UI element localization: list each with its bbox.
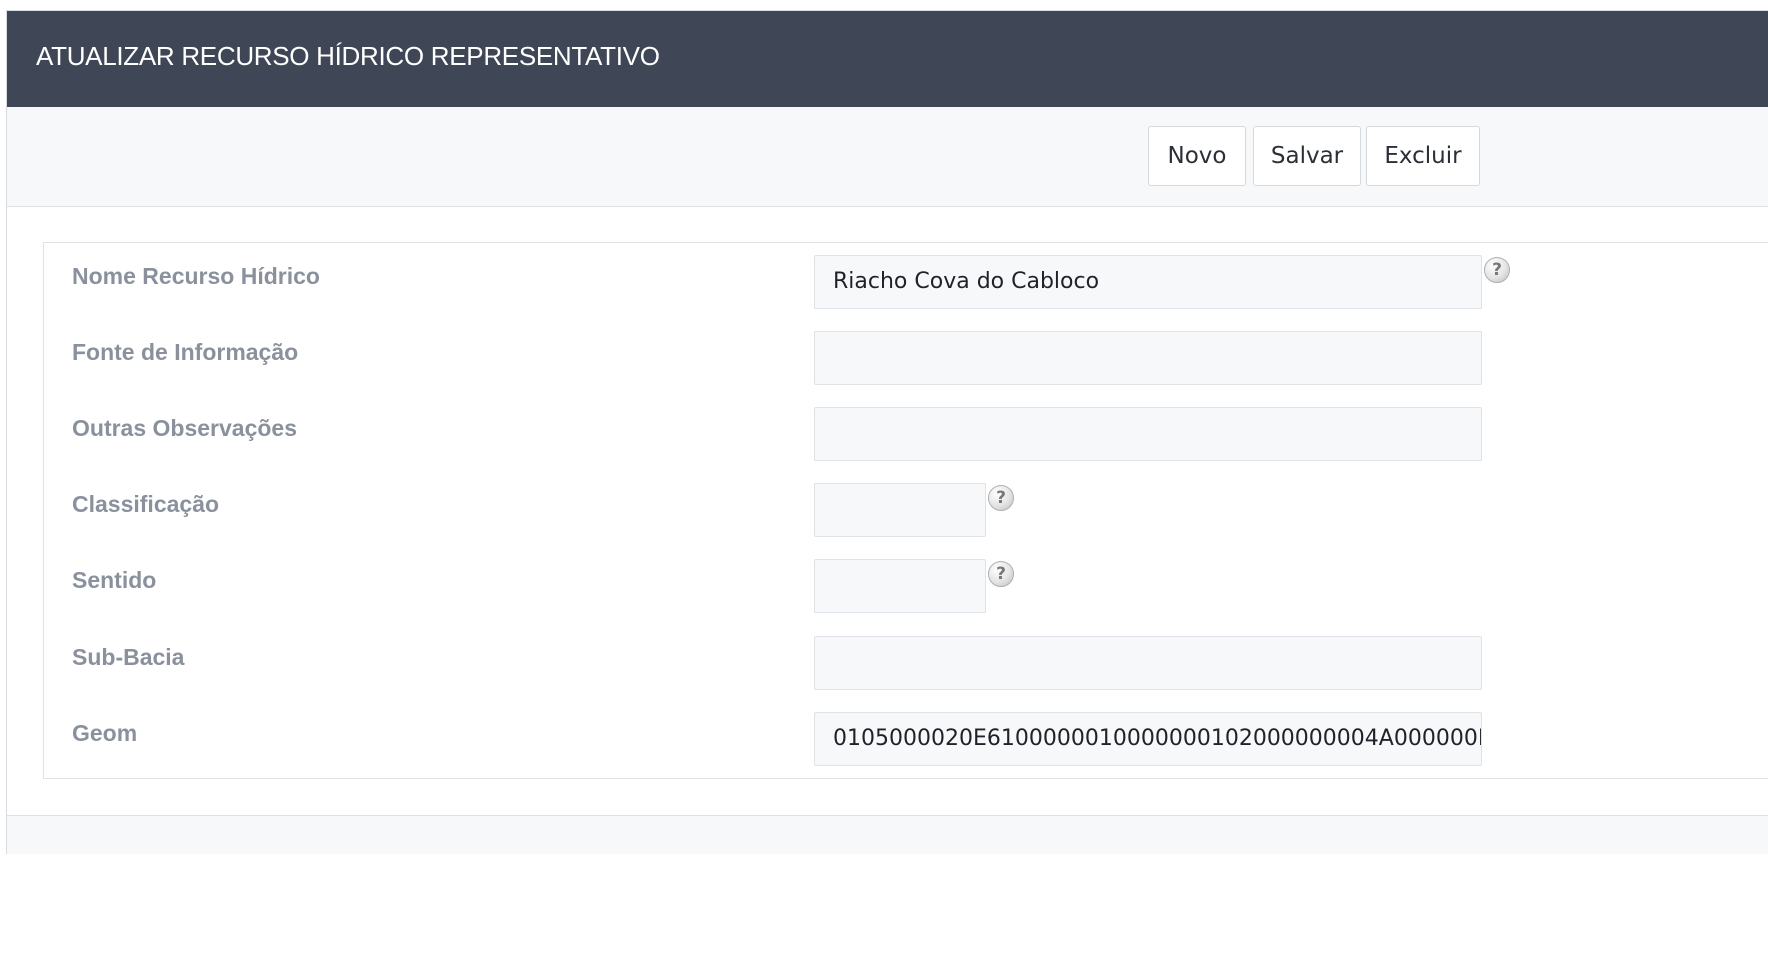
sentido-field[interactable]	[814, 559, 986, 613]
sub-bacia-field[interactable]	[814, 636, 1482, 690]
panel-header: ATUALIZAR RECURSO HÍDRICO REPRESENTATIVO	[7, 11, 1768, 107]
form-container: Nome Recurso Hídrico Riacho Cova do Cabl…	[43, 242, 1768, 779]
help-icon[interactable]: ?	[988, 485, 1014, 511]
outras-observacoes-label: Outras Observações	[72, 415, 298, 441]
geom-field[interactable]: 0105000020E6100000010000000102000000004A…	[814, 712, 1482, 766]
classificacao-label: Classificação	[72, 491, 220, 517]
classificacao-field[interactable]	[814, 483, 986, 537]
excluir-button[interactable]: Excluir	[1366, 126, 1480, 186]
page-title: ATUALIZAR RECURSO HÍDRICO REPRESENTATIVO	[36, 41, 660, 71]
geom-label: Geom	[72, 720, 138, 746]
help-icon[interactable]: ?	[988, 561, 1014, 587]
help-icon[interactable]: ?	[1484, 257, 1510, 283]
toolbar: Novo Salvar Excluir	[7, 107, 1768, 207]
sentido-label: Sentido	[72, 567, 157, 593]
salvar-button[interactable]: Salvar	[1253, 126, 1361, 186]
fonte-informacao-label: Fonte de Informação	[72, 339, 299, 365]
nome-recurso-label: Nome Recurso Hídrico	[72, 263, 320, 289]
nome-recurso-field[interactable]: Riacho Cova do Cabloco	[814, 255, 1482, 309]
panel-footer	[7, 815, 1768, 854]
fonte-informacao-field[interactable]	[814, 331, 1482, 385]
outras-observacoes-field[interactable]	[814, 407, 1482, 461]
sub-bacia-label: Sub-Bacia	[72, 644, 185, 670]
novo-button[interactable]: Novo	[1148, 126, 1246, 186]
update-panel: ATUALIZAR RECURSO HÍDRICO REPRESENTATIVO…	[6, 10, 1768, 854]
